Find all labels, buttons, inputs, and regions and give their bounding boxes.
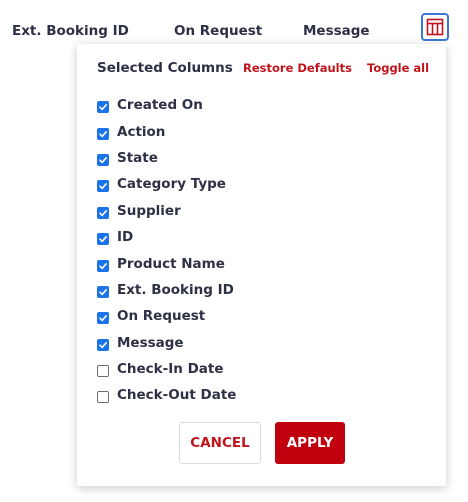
- checkbox-checked[interactable]: [97, 206, 109, 219]
- checkmark-icon: [99, 262, 107, 269]
- column-option-label: On Request: [117, 308, 206, 325]
- column-option-action[interactable]: Action: [97, 118, 236, 144]
- checkbox-checked[interactable]: [97, 101, 109, 114]
- toggle-all-link[interactable]: Toggle all: [367, 61, 429, 75]
- checkmark-icon: [99, 104, 107, 111]
- column-header-message[interactable]: Message: [303, 23, 370, 39]
- checkmark-icon: [99, 130, 107, 137]
- column-option-created-on[interactable]: Created On: [97, 92, 236, 118]
- column-option-label: Product Name: [117, 255, 225, 272]
- checkmark-icon: [99, 156, 107, 164]
- checkbox-checked[interactable]: [97, 233, 109, 246]
- column-option-label: Check-In Date: [117, 361, 224, 378]
- column-option-label: Ext. Booking ID: [117, 281, 234, 298]
- panel-title: Selected Columns: [97, 60, 233, 76]
- column-option-label: State: [117, 149, 158, 166]
- column-header-ext-booking-id[interactable]: Ext. Booking ID: [12, 23, 129, 39]
- column-selector-panel: Selected Columns Restore Defaults Toggle…: [77, 44, 446, 486]
- checkbox-checked[interactable]: [97, 312, 109, 325]
- column-settings-button[interactable]: [421, 13, 449, 41]
- checkbox-checked[interactable]: [97, 180, 109, 193]
- column-option-category-type[interactable]: Category Type: [97, 171, 236, 197]
- column-option-label: Check-Out Date: [117, 387, 237, 404]
- column-option-on-request[interactable]: On Request: [97, 303, 236, 329]
- column-option-check-out-date[interactable]: Check-Out Date: [97, 382, 236, 408]
- column-option-label: ID: [117, 229, 134, 246]
- column-option-id[interactable]: ID: [97, 224, 236, 250]
- column-option-supplier[interactable]: Supplier: [97, 198, 236, 224]
- column-option-label: Created On: [117, 97, 203, 114]
- checkbox-checked[interactable]: [97, 259, 109, 272]
- column-option-label: Message: [117, 334, 184, 351]
- column-option-label: Supplier: [117, 202, 181, 219]
- checkbox-checked[interactable]: [97, 153, 109, 166]
- column-header-on-request[interactable]: On Request: [174, 23, 262, 39]
- checkbox-checked[interactable]: [97, 285, 109, 298]
- checkbox-unchecked[interactable]: [97, 365, 109, 378]
- checkmark-icon: [99, 183, 107, 190]
- checkbox-checked[interactable]: [97, 338, 109, 351]
- checkmark-icon: [99, 341, 107, 348]
- column-option-message[interactable]: Message: [97, 330, 236, 356]
- column-option-label: Action: [117, 123, 166, 140]
- checkbox-unchecked[interactable]: [97, 391, 109, 404]
- column-option-label: Category Type: [117, 176, 226, 193]
- checkbox-checked[interactable]: [97, 127, 109, 140]
- table-columns-icon: [426, 18, 444, 36]
- checkmark-icon: [99, 236, 107, 243]
- restore-defaults-link[interactable]: Restore Defaults: [243, 61, 352, 75]
- cancel-button[interactable]: CANCEL: [179, 422, 261, 464]
- checkmark-icon: [99, 209, 107, 216]
- column-option-check-in-date[interactable]: Check-In Date: [97, 356, 236, 382]
- column-option-ext-booking-id[interactable]: Ext. Booking ID: [97, 277, 236, 303]
- apply-button[interactable]: APPLY: [275, 422, 345, 464]
- checkmark-icon: [99, 288, 107, 296]
- checkmark-icon: [99, 315, 107, 322]
- column-option-state[interactable]: State: [97, 145, 236, 171]
- column-list: Created On Action State Category Type Suppli…: [97, 92, 236, 409]
- column-option-product-name[interactable]: Product Name: [97, 250, 236, 276]
